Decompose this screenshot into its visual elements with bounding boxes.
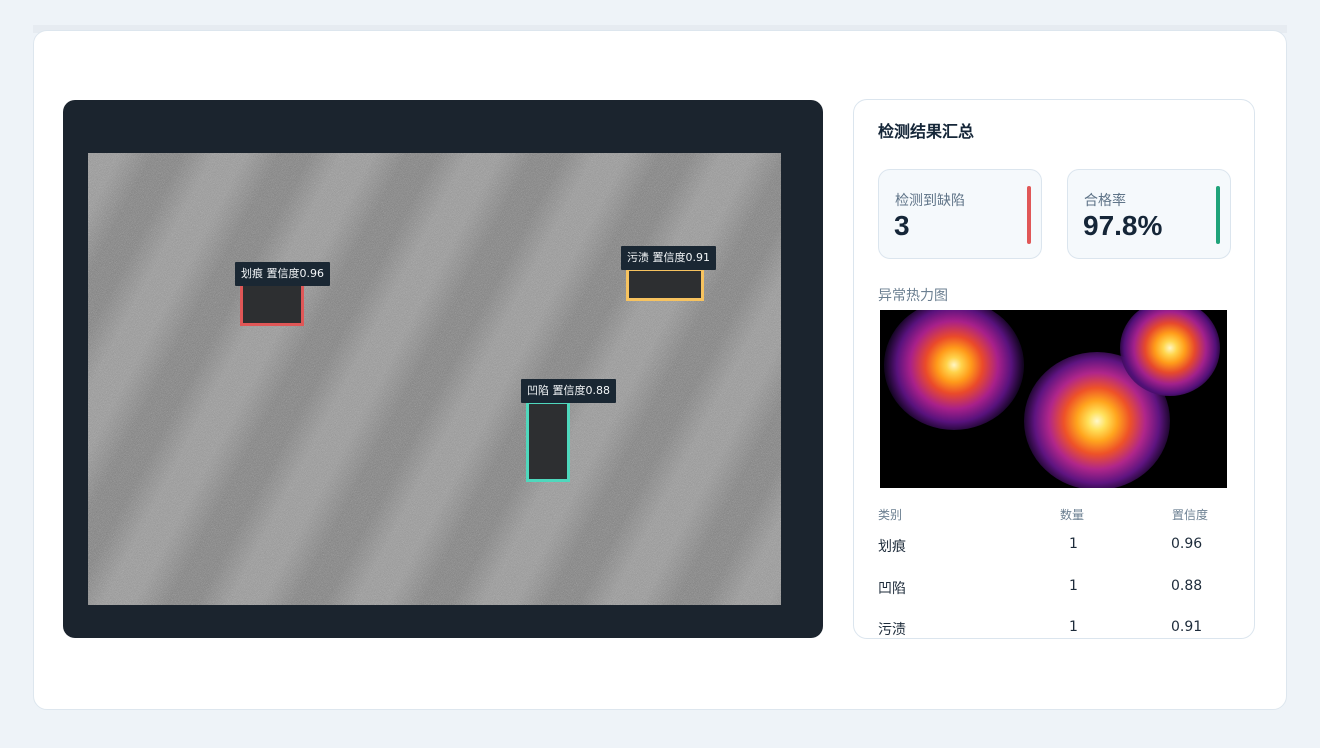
row-3-category: 污渍	[878, 622, 906, 638]
heatmap-hotspot-left	[884, 310, 1024, 430]
row-2-category: 凹陷	[878, 581, 906, 597]
row-3-count: 1	[1069, 619, 1078, 635]
scratch-defect-label: 划痕 置信度0.96	[235, 262, 330, 286]
results-panel: 检测结果汇总 检测到缺陷 3 合格率 97.8% 异常热力图 类别 数量 置信度…	[853, 99, 1255, 639]
anomaly-heatmap	[880, 310, 1227, 488]
scratch-defect-box[interactable]	[240, 283, 304, 326]
defect-count-label: 检测到缺陷	[895, 193, 965, 209]
row-1-category: 划痕	[878, 539, 906, 555]
noise-texture	[88, 153, 781, 605]
heatmap-label: 异常热力图	[878, 288, 948, 304]
heatmap-hotspot-right	[1120, 310, 1220, 396]
pass-rate-value: 97.8%	[1083, 210, 1163, 241]
dent-defect-label: 凹陷 置信度0.88	[521, 379, 616, 403]
pass-rate-label: 合格率	[1084, 193, 1126, 209]
pass-rate-card: 合格率 97.8%	[1067, 169, 1231, 259]
defect-count-value: 3	[894, 210, 910, 241]
column-header-confidence: 置信度	[1172, 508, 1209, 522]
pass-accent-bar	[1216, 186, 1220, 244]
row-2-count: 1	[1069, 578, 1078, 594]
dent-defect-box[interactable]	[526, 401, 570, 482]
defect-count-card: 检测到缺陷 3	[878, 169, 1042, 259]
column-header-category: 类别	[878, 508, 903, 522]
row-1-count: 1	[1069, 536, 1078, 552]
row-3-confidence: 0.91	[1171, 619, 1203, 635]
column-header-count: 数量	[1060, 508, 1085, 522]
specimen-image: 划痕 置信度0.96 污渍 置信度0.91 凹陷 置信度0.88	[88, 153, 781, 605]
row-1-confidence: 0.96	[1171, 536, 1203, 552]
stain-defect-label: 污渍 置信度0.91	[621, 246, 716, 270]
defect-accent-bar	[1027, 186, 1031, 244]
panel-title: 检测结果汇总	[878, 122, 975, 141]
row-2-confidence: 0.88	[1171, 578, 1203, 594]
stain-defect-box[interactable]	[626, 268, 704, 301]
